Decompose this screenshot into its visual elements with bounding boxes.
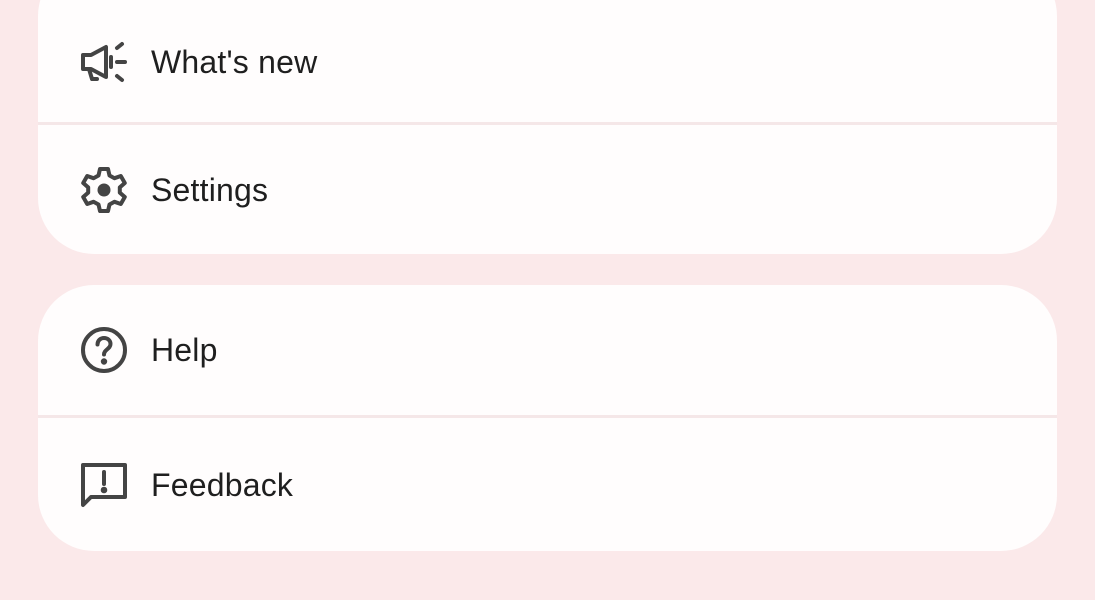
menu-screen: What's new Settings Help Feedback — [0, 0, 1095, 600]
menu-item-whats-new[interactable]: What's new — [38, 0, 1057, 123]
megaphone-icon — [78, 36, 130, 88]
gear-icon — [78, 164, 130, 216]
menu-item-help[interactable]: Help — [38, 285, 1057, 415]
menu-group-primary: What's new Settings — [38, 0, 1057, 254]
menu-item-label: Feedback — [151, 466, 294, 503]
help-circle-icon — [78, 324, 130, 376]
menu-item-label: What's new — [151, 43, 318, 80]
menu-item-label: Settings — [151, 171, 269, 208]
feedback-icon — [78, 459, 130, 511]
menu-item-label: Help — [151, 332, 218, 368]
menu-group-support: Help Feedback — [38, 285, 1057, 551]
menu-item-settings[interactable]: Settings — [38, 125, 1057, 254]
menu-item-feedback[interactable]: Feedback — [38, 418, 1057, 551]
